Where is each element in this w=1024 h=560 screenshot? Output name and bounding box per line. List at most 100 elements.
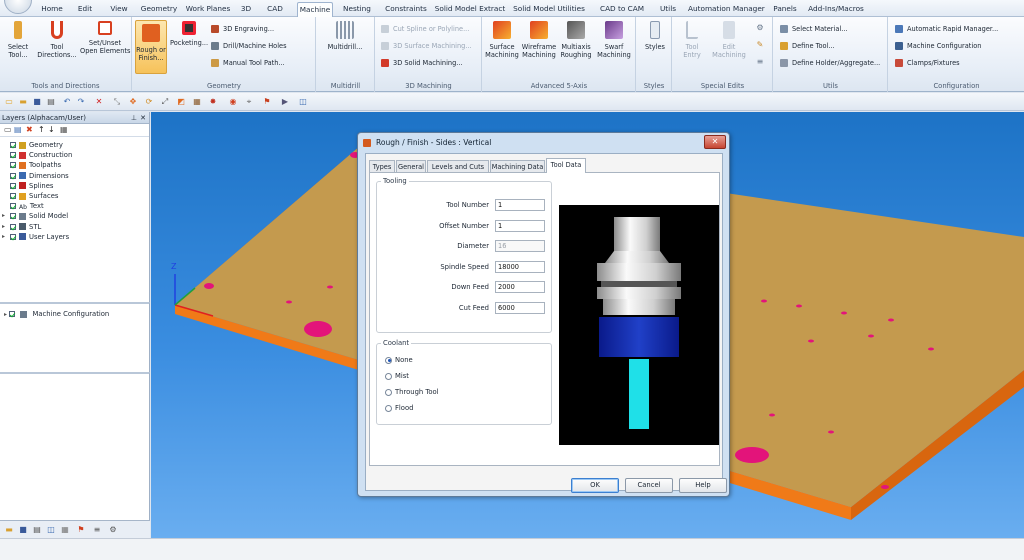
surface-machining-button[interactable]: Surface Machining [485,21,519,59]
panel-view-icon[interactable]: ◫ [46,525,56,535]
rough-or-finish-button[interactable]: Rough or Finish... [135,20,167,74]
layer-item-construction[interactable]: Construction [10,150,72,160]
tool-entry-button[interactable]: Tool Entry [677,21,707,59]
explode-icon[interactable]: ✸ [208,97,218,107]
tab-nesting[interactable]: Nesting [337,2,377,16]
tab-machine[interactable]: Machine [297,2,333,18]
machine-config-checkbox[interactable] [9,311,16,317]
tab-solid-model-extract[interactable]: Solid Model Extract [434,2,506,16]
scale-icon[interactable]: ⤢ [160,97,170,107]
radio-button[interactable] [385,388,392,396]
tab-panels[interactable]: Panels [769,2,801,16]
multidrill-button[interactable]: Multidrill... [320,21,370,51]
array-icon[interactable]: ▦ [192,97,202,107]
layer-item-solid-model[interactable]: ▸ Solid Model [2,211,68,221]
layer-visibility-checkbox[interactable] [10,182,16,189]
special-edit-gear-icon[interactable]: ⚙ [755,23,765,33]
layer-item-user-layers[interactable]: ▸ User Layers [2,232,69,242]
measure-icon[interactable]: ⌖ [244,97,254,107]
select-material-button[interactable]: Select Material... [780,23,848,36]
ok-button[interactable]: OK [571,478,619,493]
3d-surface-machining-button[interactable]: 3D Surface Machining... [381,40,472,53]
layer-visibility-checkbox[interactable] [10,172,16,179]
tab-utils[interactable]: Utils [656,2,680,16]
coolant-mist-radio[interactable]: Mist [385,371,409,382]
layer-delete-icon[interactable]: ✖ [26,126,34,134]
delete-icon[interactable]: ✕ [94,97,104,107]
panel-grid-icon[interactable]: ▦ [60,525,70,535]
panel-tool-icon[interactable]: ⚑ [76,525,86,535]
layer-visibility-checkbox[interactable] [10,142,16,148]
layer-item-splines[interactable]: Splines [10,181,53,191]
panel-print-icon[interactable]: ▤ [32,525,42,535]
3d-solid-machining-button[interactable]: 3D Solid Machining... [381,57,463,70]
open-folder-icon[interactable]: ▬ [18,97,28,107]
tool-path-icon[interactable]: ⚑ [262,97,272,107]
tab-add-ins-macros[interactable]: Add-Ins/Macros [806,2,866,16]
layer-item-toolpaths[interactable]: Toolpaths [10,160,61,170]
define-tool-button[interactable]: Define Tool... [780,40,835,53]
layer-visibility-checkbox[interactable] [10,203,16,210]
layer-item-dimensions[interactable]: Dimensions [10,171,69,181]
pocketing-button[interactable]: Pocketing... [170,21,208,47]
application-button[interactable] [4,0,32,14]
layer-item-surfaces[interactable]: Surfaces [10,191,58,201]
tab-home[interactable]: Home [36,2,68,16]
tab-machining-data[interactable]: Machining Data [490,160,545,172]
cut-spline-button[interactable]: Cut Spline or Polyline... [381,23,469,36]
spindle-speed-input[interactable]: 18000 [495,260,545,273]
expand-icon[interactable]: ▸ [2,222,5,232]
tab-cad[interactable]: CAD [259,2,291,16]
panel-save-icon[interactable]: ■ [18,525,28,535]
drill-machine-holes-button[interactable]: Drill/Machine Holes [211,40,287,53]
simulate-icon[interactable]: ▶ [280,97,290,107]
layer-new-icon[interactable]: ▭ [4,126,12,134]
select-tool-button[interactable]: Select Tool... [3,21,33,59]
tab-types[interactable]: Types [369,160,395,172]
panel-layers-icon[interactable]: ≡ [92,525,102,535]
layer-visibility-checkbox[interactable] [10,162,16,169]
layer-item-text[interactable]: Ab Text [10,201,44,211]
layer-item-stl[interactable]: ▸ STL [2,222,41,232]
panel-settings-icon[interactable]: ⚙ [108,525,118,535]
tool-directions-button[interactable]: Tool Directions... [36,21,78,59]
clamps-fixtures-button[interactable]: Clamps/Fixtures [895,57,960,70]
tab-geometry[interactable]: Geometry [139,2,179,16]
down-feed-input[interactable]: 2000 [495,281,545,293]
tab-tool-data[interactable]: Tool Data [546,158,586,173]
wireframe-machining-button[interactable]: Wireframe Machining [521,21,557,59]
swarf-machining-button[interactable]: Swarf Machining [595,21,633,59]
3d-engraving-button[interactable]: 3D Engraving... [211,23,274,36]
tab-cad-to-cam[interactable]: CAD to CAM [592,2,652,16]
special-edit-pencil-icon[interactable]: ✎ [755,40,765,50]
coolant-none-radio[interactable]: None [385,355,413,366]
cancel-button[interactable]: Cancel [625,478,673,493]
offset-number-input[interactable]: 1 [495,219,545,232]
set-unset-open-elements-button[interactable]: Set/Unset Open Elements [80,21,130,55]
layer-props-icon[interactable]: ▤ [14,126,22,134]
expand-icon[interactable]: ▸ [2,232,5,242]
layer-up-icon[interactable]: ↑ [38,126,46,134]
tab-3d[interactable]: 3D [237,2,255,16]
snap-icon[interactable]: ◉ [228,97,238,107]
edit-machining-button[interactable]: Edit Machining [709,21,749,59]
layer-down-icon[interactable]: ↓ [48,126,56,134]
help-button[interactable]: Help [679,478,727,493]
radio-button[interactable] [385,356,392,364]
pin-icon[interactable]: ⊥ [131,112,137,124]
define-holder-button[interactable]: Define Holder/Aggregate... [780,57,880,70]
radio-button[interactable] [385,404,392,412]
zoom-window-icon[interactable]: ⤡ [112,97,122,107]
view-icon[interactable]: ◫ [298,97,308,107]
coolant-through-tool-radio[interactable]: Through Tool [385,387,439,398]
layer-item-geometry[interactable]: Geometry [10,140,63,150]
layer-visibility-checkbox[interactable] [10,213,16,220]
new-file-icon[interactable]: ▭ [4,97,14,107]
redo-icon[interactable]: ↷ [76,97,86,107]
tab-view[interactable]: View [103,2,135,16]
mirror-icon[interactable]: ◩ [176,97,186,107]
tab-levels-and-cuts[interactable]: Levels and Cuts [427,160,489,172]
tab-edit[interactable]: Edit [72,2,98,16]
layer-visibility-checkbox[interactable] [10,193,16,199]
move-icon[interactable]: ✥ [128,97,138,107]
